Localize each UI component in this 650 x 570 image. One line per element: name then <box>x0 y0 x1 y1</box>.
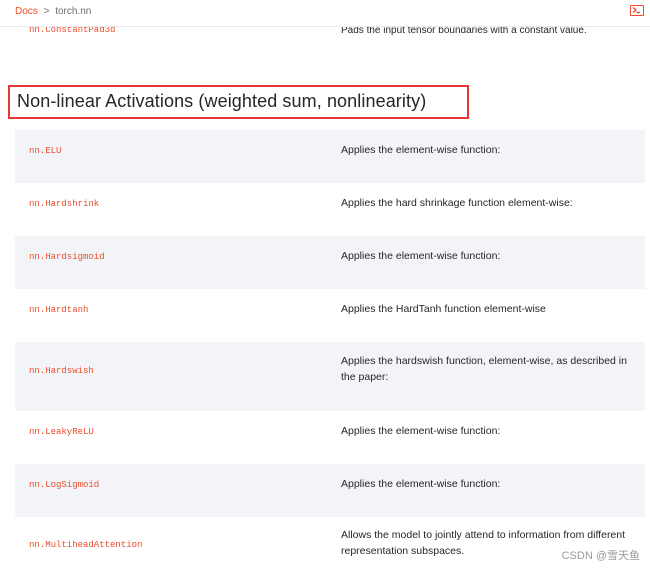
top-bar: Docs > torch.nn <box>0 0 650 27</box>
watermark: CSDN @雪天鱼 <box>561 550 640 562</box>
function-link[interactable]: nn.MultiheadAttention <box>29 540 142 550</box>
table-row: nn.LeakyReLU Applies the element-wise fu… <box>15 411 645 464</box>
function-link[interactable]: nn.LeakyReLU <box>29 427 94 437</box>
function-link[interactable]: nn.Hardtanh <box>29 305 88 315</box>
function-link[interactable]: nn.Hardswish <box>29 366 94 376</box>
docs-page: Docs > torch.nn nn.ConstantPad3d Pads th… <box>0 0 650 570</box>
function-link[interactable]: nn.ELU <box>29 146 61 156</box>
function-description: Applies the element-wise function: <box>341 425 501 437</box>
function-description: Applies the element-wise function: <box>341 478 501 490</box>
table-row: nn.ELU Applies the element-wise function… <box>15 130 645 183</box>
breadcrumb-current: torch.nn <box>55 6 92 17</box>
section-title: Non-linear Activations (weighted sum, no… <box>17 91 427 111</box>
table-row: nn.LogSigmoid Applies the element-wise f… <box>15 464 645 517</box>
section-heading-highlight: Non-linear Activations (weighted sum, no… <box>8 85 469 119</box>
function-description: Applies the element-wise function: <box>341 144 501 156</box>
function-description: Applies the element-wise function: <box>341 250 501 262</box>
terminal-icon[interactable] <box>630 5 644 16</box>
table-row: nn.Hardsigmoid Applies the element-wise … <box>15 236 645 289</box>
table-row: nn.Hardswish Applies the hardswish funct… <box>15 342 645 411</box>
table-row: nn.Hardtanh Applies the HardTanh functio… <box>15 289 645 342</box>
table-row: nn.MultiheadAttention Allows the model t… <box>15 517 645 570</box>
function-link[interactable]: nn.Hardsigmoid <box>29 252 105 262</box>
function-link[interactable]: nn.LogSigmoid <box>29 480 99 490</box>
function-link[interactable]: nn.Hardshrink <box>29 199 99 209</box>
breadcrumb-docs-link[interactable]: Docs <box>15 6 38 17</box>
function-description: Applies the hardswish function, element-… <box>341 355 627 383</box>
activations-table: nn.ELU Applies the element-wise function… <box>15 130 645 570</box>
breadcrumb: Docs > torch.nn <box>15 6 91 17</box>
table-row: nn.Hardshrink Applies the hard shrinkage… <box>15 183 645 236</box>
breadcrumb-separator: > <box>43 6 50 17</box>
function-description: Applies the HardTanh function element-wi… <box>341 303 546 315</box>
function-description: Applies the hard shrinkage function elem… <box>341 197 573 209</box>
